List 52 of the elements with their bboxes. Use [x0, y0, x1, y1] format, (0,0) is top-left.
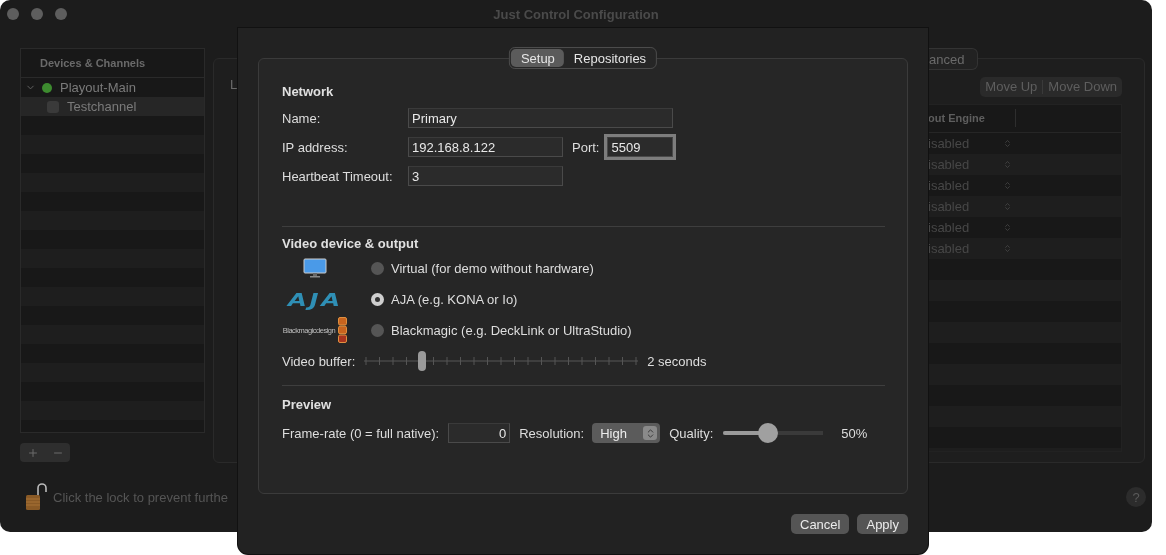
field-label: IP address:: [282, 139, 349, 155]
section-title: Network: [282, 84, 335, 99]
field-label: Frame-rate (0 = full native):: [282, 425, 440, 441]
field-label: Video buffer:: [282, 353, 356, 369]
radio-label[interactable]: Virtual (for demo without hardware): [391, 260, 594, 276]
field-label: Name:: [282, 110, 322, 126]
tree-row[interactable]: Playout-Main: [21, 78, 204, 97]
stepper-icon: [1003, 243, 1012, 253]
stepper-icon: [1003, 159, 1012, 169]
lock-icon[interactable]: [25, 482, 47, 512]
radio-button[interactable]: [371, 292, 384, 306]
stepper-icon: [1003, 201, 1012, 211]
slider-reading: 50%: [841, 425, 868, 441]
field-label: Port:: [572, 139, 600, 155]
resolution-popup[interactable]: High: [592, 423, 661, 443]
slider-thumb[interactable]: [417, 351, 426, 371]
close-button[interactable]: [7, 8, 19, 20]
squares-icon: [338, 317, 348, 343]
tree-label: Playout-Main: [60, 80, 136, 95]
field-label: L: [230, 77, 238, 94]
timeout-field[interactable]: 3: [408, 166, 563, 186]
dialog-button[interactable]: Cancel: [791, 514, 850, 534]
field-label: Quality:: [669, 425, 714, 441]
stepper-icon: [1003, 138, 1012, 148]
add-icon[interactable]: [26, 446, 39, 459]
section-title: Video device & output: [282, 236, 420, 251]
stepper-icon: [1003, 180, 1012, 190]
field-label: Resolution:: [519, 425, 585, 441]
radio-button[interactable]: [371, 323, 384, 337]
stepper-icon: [1003, 222, 1012, 232]
tab[interactable]: Setup: [510, 49, 564, 67]
tab[interactable]: Repositories: [563, 49, 656, 67]
tree-label: Testchannel: [67, 99, 137, 114]
framerate-field[interactable]: 0: [448, 423, 511, 443]
radio-label[interactable]: Blackmagic (e.g. DeckLink or UltraStudio): [391, 322, 632, 338]
radio-button[interactable]: [371, 261, 384, 275]
ip-field[interactable]: 192.168.8.122: [408, 137, 563, 157]
section-title: Preview: [282, 397, 333, 412]
minimize-button[interactable]: [31, 8, 43, 20]
column-header: Devices & Channels: [40, 57, 146, 69]
add-remove-control[interactable]: [20, 443, 70, 462]
radio-label[interactable]: AJA (e.g. KONA or Io): [391, 291, 518, 307]
aja-logo: AJA: [287, 288, 343, 310]
slider-reading: 2 seconds: [647, 353, 707, 369]
zoom-button[interactable]: [55, 8, 67, 20]
monitor-icon: [303, 258, 327, 278]
field-label: Heartbeat Timeout:: [282, 168, 394, 184]
name-field[interactable]: Primary: [408, 108, 673, 128]
tree-row[interactable]: Testchannel: [21, 97, 204, 116]
slider-thumb[interactable]: [758, 423, 779, 443]
port-field[interactable]: 5509: [607, 137, 674, 157]
dialog-button[interactable]: Apply: [857, 514, 908, 534]
